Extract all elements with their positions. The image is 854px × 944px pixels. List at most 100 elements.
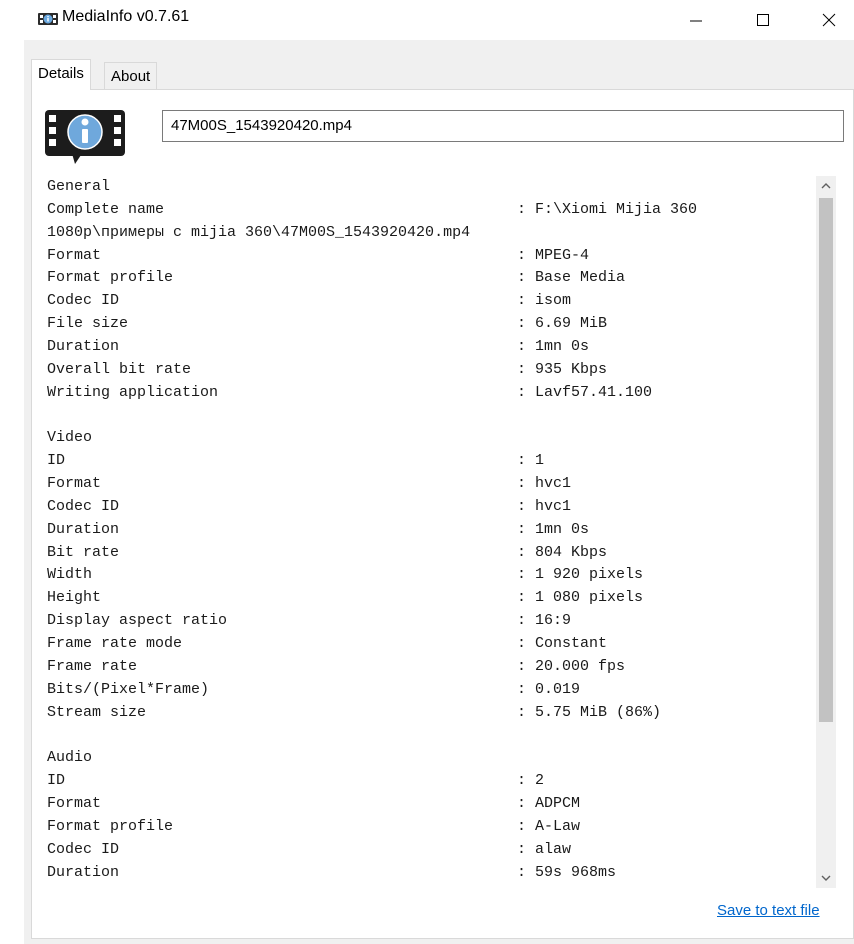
- chevron-down-icon: [821, 875, 831, 881]
- close-icon: [822, 13, 836, 27]
- info-label: Format: [47, 246, 102, 264]
- info-line: Duration : 59s 968ms: [47, 862, 616, 884]
- info-label: Frame rate mode: [47, 635, 183, 652]
- info-label: Display aspect ratio: [47, 612, 228, 630]
- info-label: Format: [47, 475, 102, 493]
- info-value: : F:\Xiomi Mijia 360: [517, 200, 698, 218]
- title-bar[interactable]: MediaInfo v0.7.61: [0, 0, 854, 40]
- info-line: Codec ID : hvc1: [47, 496, 571, 518]
- info-value: : alaw: [517, 840, 572, 858]
- info-label: Bits/(Pixel*Frame): [47, 680, 210, 698]
- info-line: Codec ID : alaw: [47, 839, 571, 861]
- info-line: Width : 1 920 pixels: [47, 564, 643, 586]
- info-line: Height : 1 080 pixels: [47, 587, 643, 609]
- info-line: Frame rate : 20.000 fps: [47, 656, 625, 678]
- info-line: File size: 6.69 MiB: [47, 313, 607, 335]
- info-label: Codec ID: [47, 497, 120, 515]
- info-line: Bits/(Pixel*Frame) : 0.019: [47, 679, 580, 701]
- vertical-scrollbar[interactable]: [816, 176, 836, 888]
- info-line: Codec ID : isom: [47, 290, 571, 312]
- file-name-field[interactable]: 47M00S_1543920420.mp4: [162, 110, 844, 142]
- info-label: Codec ID: [47, 292, 120, 310]
- window-title: MediaInfo v0.7.61: [62, 8, 190, 25]
- media-info-text[interactable]: General Complete name : F:\Xiomi Mijia 360…: [47, 176, 815, 888]
- tab-details[interactable]: Details: [31, 59, 91, 90]
- info-line: Format : MPEG-4: [47, 245, 589, 267]
- close-button[interactable]: [806, 0, 852, 40]
- info-line: Format profile : A-Law: [47, 816, 580, 838]
- info-value: : 1 920 pixels: [517, 566, 644, 584]
- info-value: : 804 Kbps: [517, 543, 608, 561]
- info-value: : 20.000 fps: [517, 657, 626, 675]
- info-line: 1080p\примеры с mijia 360\47M00S_1543920…: [47, 222, 470, 244]
- mediainfo-app-icon: [38, 13, 58, 25]
- info-line: Duration : 1mn 0s: [47, 336, 589, 358]
- info-value: : Constant: [517, 635, 608, 652]
- info-label: Frame rate: [47, 657, 138, 675]
- maximize-icon: [757, 14, 769, 26]
- info-value: : Lavf57.41.100: [517, 383, 653, 401]
- info-value: : hvc1: [517, 497, 572, 515]
- info-value: : A-Law: [517, 817, 581, 835]
- info-value: : 59s 968ms: [517, 863, 617, 881]
- info-label: Height: [47, 589, 102, 607]
- save-to-text-file-link[interactable]: Save to text file: [717, 902, 820, 919]
- info-label: Width: [47, 566, 93, 584]
- info-value: : 5.75 MiB (86%): [517, 703, 662, 721]
- info-value: : isom: [517, 292, 572, 310]
- info-line: Frame rate mode : Constant: [47, 633, 607, 655]
- info-label: Format profile: [47, 269, 174, 287]
- maximize-button[interactable]: [740, 0, 786, 40]
- info-line: Bit rate : 804 Kbps: [47, 542, 607, 564]
- minimize-button[interactable]: [673, 0, 719, 40]
- info-label: Codec ID: [47, 840, 120, 858]
- info-line: Stream size : 5.75 MiB (86%): [47, 702, 661, 724]
- info-label: Stream size: [47, 703, 147, 721]
- info-value: : 1mn 0s: [517, 337, 590, 355]
- info-line: Format : hvc1: [47, 473, 571, 495]
- info-label: Duration: [47, 520, 120, 538]
- info-label: Audio: [47, 749, 93, 767]
- info-label: Duration: [47, 863, 120, 881]
- scroll-thumb[interactable]: [819, 198, 833, 722]
- info-label: Format: [47, 794, 102, 812]
- info-value: : ADPCM: [517, 794, 581, 812]
- info-value: : 1: [517, 452, 545, 470]
- info-value: : Base Media: [517, 269, 626, 287]
- info-line: Audio: [47, 747, 92, 769]
- info-line: Video: [47, 427, 92, 449]
- info-label: Writing application: [47, 383, 219, 401]
- info-value: : hvc1: [517, 475, 572, 493]
- info-label: File size: [47, 315, 129, 333]
- minimize-icon: [690, 20, 702, 22]
- info-line: Duration : 1mn 0s: [47, 519, 589, 541]
- info-value: : 1mn 0s: [517, 520, 590, 538]
- info-label: Duration: [47, 337, 120, 355]
- info-line: Complete name : F:\Xiomi Mijia 360: [47, 199, 697, 221]
- info-line: Overall bit rate : 935 Kbps: [47, 359, 607, 381]
- tab-about[interactable]: About: [104, 62, 158, 90]
- info-label: General: [47, 178, 111, 195]
- info-value: : 0.019: [517, 680, 581, 698]
- info-value: : MPEG-4: [517, 246, 590, 264]
- info-label: ID: [47, 772, 66, 790]
- mediainfo-logo-icon: [45, 110, 125, 164]
- info-label: Format profile: [47, 817, 174, 835]
- info-label: Complete name: [47, 200, 165, 218]
- info-value: : 1 080 pixels: [517, 589, 644, 607]
- info-label: Bit rate: [47, 543, 120, 561]
- scroll-up-button[interactable]: [816, 176, 836, 196]
- info-value: : 16:9: [517, 612, 572, 630]
- info-value: : 935 Kbps: [517, 360, 608, 378]
- info-value: : 2: [517, 772, 545, 790]
- info-line: ID : 2: [47, 770, 544, 792]
- scroll-down-button[interactable]: [816, 868, 836, 888]
- info-label: ID: [47, 452, 66, 470]
- info-line: Format : ADPCM: [47, 793, 580, 815]
- info-line: ID : 1: [47, 450, 544, 472]
- info-line: Format profile : Base Media: [47, 267, 625, 289]
- info-label: Video: [47, 429, 93, 447]
- info-line: Writing application : Lavf57.41.100: [47, 382, 652, 404]
- info-label: Overall bit rate: [47, 360, 192, 378]
- chevron-up-icon: [821, 183, 831, 189]
